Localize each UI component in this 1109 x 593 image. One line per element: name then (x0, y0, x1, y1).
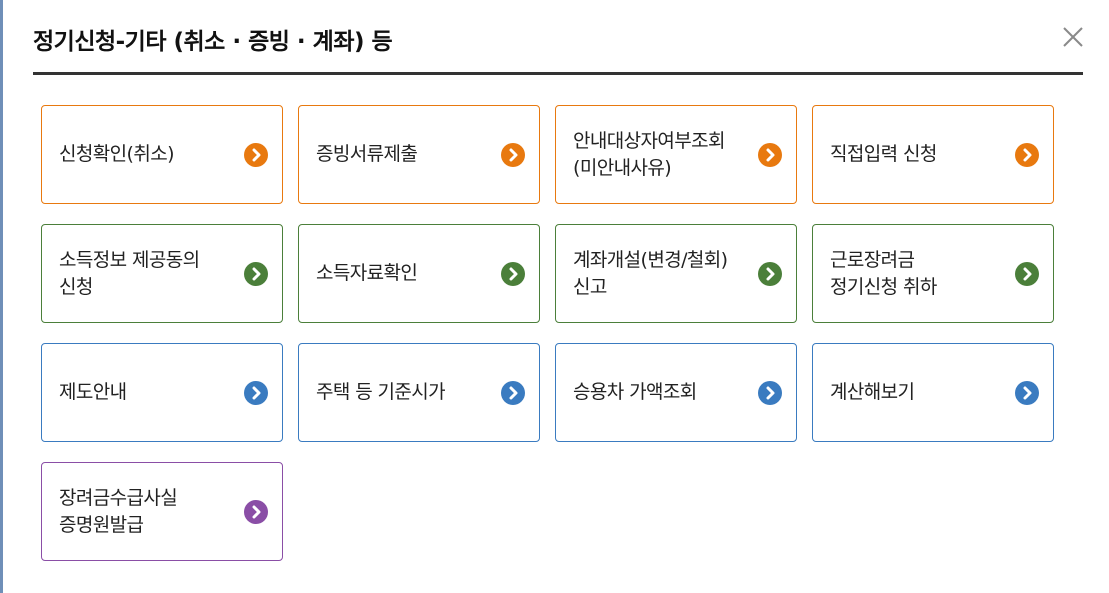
menu-item-label: 계좌개설(변경/철회) 신고 (573, 248, 728, 298)
menu-item[interactable]: 증빙서류제출 (298, 105, 540, 204)
chevron-right-icon (501, 380, 525, 405)
chevron-right-icon (244, 261, 268, 286)
chevron-right-icon (244, 499, 268, 524)
menu-item-label: 증빙서류제출 (316, 143, 418, 165)
close-icon (1063, 27, 1083, 47)
left-edge-border (0, 0, 3, 593)
title-divider (33, 72, 1083, 75)
menu-grid: 신청확인(취소) 증빙서류제출 안내대상자여부조회 (미안내사유) 직접입력 신… (41, 105, 1054, 561)
dialog: 정기신청-기타 (취소 · 증빙 · 계좌) 등 신청확인(취소) 증빙서류제출… (0, 0, 1109, 593)
chevron-right-icon (244, 142, 268, 167)
menu-item[interactable]: 승용차 가액조회 (555, 343, 797, 442)
chevron-right-icon (1015, 142, 1039, 167)
chevron-right-icon (758, 380, 782, 405)
menu-item[interactable]: 소득자료확인 (298, 224, 540, 323)
menu-item-label: 제도안내 (59, 381, 127, 403)
menu-item[interactable]: 직접입력 신청 (812, 105, 1054, 204)
chevron-right-icon (758, 142, 782, 167)
menu-item[interactable]: 안내대상자여부조회 (미안내사유) (555, 105, 797, 204)
menu-item-label: 장려금수급사실 증명원발급 (59, 486, 178, 536)
menu-item[interactable]: 장려금수급사실 증명원발급 (41, 462, 283, 561)
dialog-title: 정기신청-기타 (취소 · 증빙 · 계좌) 등 (33, 29, 393, 55)
menu-item-label: 근로장려금 정기신청 취하 (830, 248, 937, 298)
chevron-right-icon (244, 380, 268, 405)
menu-item[interactable]: 신청확인(취소) (41, 105, 283, 204)
chevron-right-icon (1015, 380, 1039, 405)
menu-item-label: 계산해보기 (830, 381, 915, 403)
menu-item-label: 주택 등 기준시가 (316, 381, 446, 403)
menu-item[interactable]: 제도안내 (41, 343, 283, 442)
menu-item-label: 안내대상자여부조회 (미안내사유) (573, 129, 726, 179)
menu-item-label: 승용차 가액조회 (573, 381, 697, 403)
menu-item[interactable]: 소득정보 제공동의 신청 (41, 224, 283, 323)
menu-item-label: 소득자료확인 (316, 262, 418, 284)
chevron-right-icon (501, 261, 525, 286)
menu-item-label: 소득정보 제공동의 신청 (59, 248, 200, 298)
close-button[interactable] (1060, 24, 1086, 50)
menu-item[interactable]: 계산해보기 (812, 343, 1054, 442)
chevron-right-icon (758, 261, 782, 286)
menu-item-label: 직접입력 신청 (830, 143, 937, 165)
menu-item[interactable]: 계좌개설(변경/철회) 신고 (555, 224, 797, 323)
menu-item-label: 신청확인(취소) (59, 143, 175, 165)
menu-item[interactable]: 주택 등 기준시가 (298, 343, 540, 442)
chevron-right-icon (501, 142, 525, 167)
chevron-right-icon (1015, 261, 1039, 286)
menu-item[interactable]: 근로장려금 정기신청 취하 (812, 224, 1054, 323)
